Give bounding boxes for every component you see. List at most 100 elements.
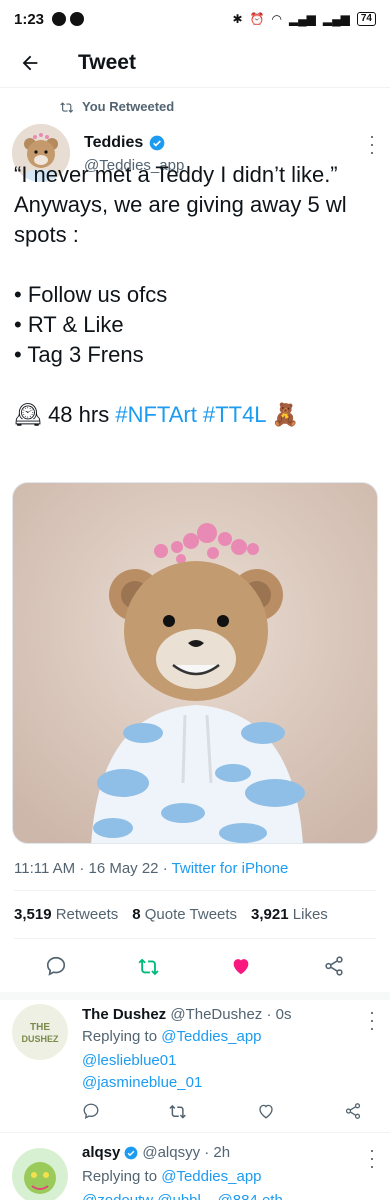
retweets-label: Retweets bbox=[55, 906, 119, 923]
bullet-follow: • Follow us ofcs bbox=[14, 282, 168, 307]
share-icon bbox=[325, 956, 343, 976]
more-icon[interactable]: · · · bbox=[369, 1141, 375, 1175]
duration-text: 48 hrs bbox=[48, 402, 110, 427]
mention-link[interactable]: @leslieblue01 bbox=[82, 1052, 176, 1069]
tweet-text: “I never met a Teddy I didn’t like.” Any… bbox=[14, 160, 376, 430]
svg-text:DUSHEZ: DUSHEZ bbox=[21, 1034, 59, 1044]
quotes-label: Quote Tweets bbox=[144, 906, 238, 923]
replying-to-link[interactable]: @Teddies_app bbox=[161, 1168, 261, 1185]
reply-button[interactable] bbox=[42, 952, 70, 980]
replying-prefix: Replying to bbox=[82, 1168, 162, 1185]
back-arrow-icon bbox=[22, 55, 38, 70]
svg-text:THE: THE bbox=[30, 1022, 50, 1033]
section-divider bbox=[0, 992, 390, 1000]
divider bbox=[0, 1132, 390, 1133]
mention-line: @jasmineblue_01 bbox=[82, 1074, 202, 1091]
hashtag-nftart[interactable]: #NFTArt bbox=[115, 402, 196, 427]
replying-to-line: Replying to @Teddies_app bbox=[82, 1168, 262, 1185]
retweet-banner-label: You Retweeted bbox=[82, 99, 175, 114]
reply-header: alqsy @alqsyy · 2h bbox=[82, 1144, 230, 1161]
replying-prefix: Replying to bbox=[82, 1028, 162, 1045]
share-button[interactable] bbox=[320, 952, 348, 980]
status-time: 1:23 bbox=[14, 10, 45, 28]
alarm-icon: ⏰ bbox=[249, 12, 265, 26]
author-name-text: Teddies bbox=[84, 134, 144, 151]
retweets-stat[interactable]: 3,519 Retweets bbox=[14, 906, 118, 923]
status-right-icons: ✱ ⏰ ◠ ▂▄▆ ▂▄▆ 74 bbox=[232, 12, 376, 26]
reply-author-name[interactable]: alqsy bbox=[82, 1144, 120, 1161]
avatar[interactable]: THE DUSHEZ bbox=[12, 1004, 68, 1060]
heart-icon bbox=[233, 959, 249, 975]
retweet-banner: You Retweeted bbox=[60, 99, 174, 114]
teddy-nft-illustration bbox=[13, 483, 377, 843]
wifi-icon: ◠ bbox=[271, 12, 282, 26]
verified-icon bbox=[124, 1146, 138, 1159]
dushez-logo-avatar: THE DUSHEZ bbox=[12, 1004, 68, 1060]
reply-actions bbox=[82, 1102, 362, 1120]
mention-line: @leslieblue01 bbox=[82, 1052, 176, 1069]
like-button[interactable] bbox=[227, 952, 255, 980]
spotify-icon bbox=[52, 12, 67, 26]
reply-icon[interactable] bbox=[82, 1102, 100, 1120]
bullet-rt-like: • RT & Like bbox=[14, 312, 124, 337]
replying-to-link[interactable]: @Teddies_app bbox=[161, 1028, 261, 1045]
messenger-icon bbox=[70, 12, 85, 26]
avatar[interactable] bbox=[12, 1148, 68, 1200]
tweet-line-3: spots : bbox=[14, 222, 79, 247]
replying-to-line: Replying to @Teddies_app bbox=[82, 1028, 262, 1045]
tweet-actions bbox=[14, 948, 376, 984]
signal-icon-2: ▂▄▆ bbox=[322, 12, 350, 26]
share-icon[interactable] bbox=[344, 1102, 362, 1120]
verified-icon bbox=[149, 135, 165, 151]
quotes-count: 8 bbox=[132, 906, 141, 923]
status-bar: 1:23 ✱ ⏰ ◠ ▂▄▆ ▂▄▆ 74 bbox=[0, 0, 390, 38]
more-icon[interactable]: · · · bbox=[369, 1003, 375, 1037]
tweet-line-1: “I never met a Teddy I didn’t like.” bbox=[14, 162, 338, 187]
back-button[interactable] bbox=[0, 38, 60, 88]
author-name[interactable]: Teddies bbox=[84, 134, 165, 152]
source-link[interactable]: Twitter for iPhone bbox=[172, 860, 289, 877]
tweet-blank-line-2 bbox=[14, 370, 376, 400]
divider bbox=[14, 890, 376, 891]
divider bbox=[14, 938, 376, 939]
retweet-icon bbox=[60, 101, 74, 113]
top-app-bar: Tweet bbox=[0, 38, 390, 88]
heart-icon[interactable] bbox=[257, 1102, 275, 1120]
mention-line: @zodoutw @ubbl... @884 eth bbox=[82, 1192, 283, 1200]
likes-label: Likes bbox=[292, 906, 328, 923]
signal-icon: ▂▄▆ bbox=[288, 12, 316, 26]
reply-tweet[interactable]: THE DUSHEZ The Dushez @TheDushez · 0s · ·… bbox=[0, 1003, 390, 1132]
alqsy-avatar-image bbox=[12, 1148, 68, 1200]
retweet-icon bbox=[138, 958, 159, 976]
status-app-icons bbox=[52, 12, 85, 26]
battery-icon: 74 bbox=[356, 12, 376, 26]
tweet-timestamp: 11:11 AM · 16 May 22 · Twitter for iPhon… bbox=[14, 860, 288, 877]
reply-icon bbox=[46, 956, 66, 976]
mention-link[interactable]: @jasmineblue_01 bbox=[82, 1074, 202, 1091]
reply-author-name[interactable]: The Dushez bbox=[82, 1006, 166, 1023]
teddy-bear-icon: 🧸 bbox=[271, 402, 300, 427]
mention-link[interactable]: @zodoutw @ubbl... @884 eth bbox=[82, 1192, 283, 1200]
page-title: Tweet bbox=[78, 50, 136, 74]
tweet-stats: 3,519 Retweets 8 Quote Tweets 3,921 Like… bbox=[14, 906, 328, 923]
bluetooth-icon: ✱ bbox=[232, 12, 243, 26]
timestamp-text: 11:11 AM · 16 May 22 · bbox=[14, 860, 172, 877]
quote-tweets-stat[interactable]: 8 Quote Tweets bbox=[132, 906, 237, 923]
tweet-line-2: Anyways, we are giving away 5 wl bbox=[14, 192, 347, 217]
hashtag-tt4l[interactable]: #TT4L bbox=[203, 402, 266, 427]
reply-author-handle: @alqsyy · 2h bbox=[142, 1144, 231, 1161]
reply-author-handle: @TheDushez · 0s bbox=[170, 1006, 292, 1023]
tweet-hashtag-line: 🕰 48 hrs #NFTArt #TT4L 🧸 bbox=[14, 400, 376, 430]
mantelpiece-clock-icon: 🕰 bbox=[14, 402, 42, 427]
more-icon[interactable]: · · · bbox=[369, 127, 375, 161]
bullet-tag: • Tag 3 Frens bbox=[14, 342, 144, 367]
reply-tweet[interactable]: alqsy @alqsyy · 2h · · · Replying to @Tedd… bbox=[0, 1141, 390, 1200]
likes-count: 3,921 bbox=[251, 906, 289, 923]
retweet-button[interactable] bbox=[135, 952, 163, 980]
reply-header: The Dushez @TheDushez · 0s bbox=[82, 1006, 291, 1023]
likes-stat[interactable]: 3,921 Likes bbox=[251, 906, 328, 923]
retweet-icon[interactable] bbox=[169, 1102, 187, 1120]
tweet-media-image[interactable] bbox=[12, 482, 378, 844]
retweets-count: 3,519 bbox=[14, 906, 52, 923]
